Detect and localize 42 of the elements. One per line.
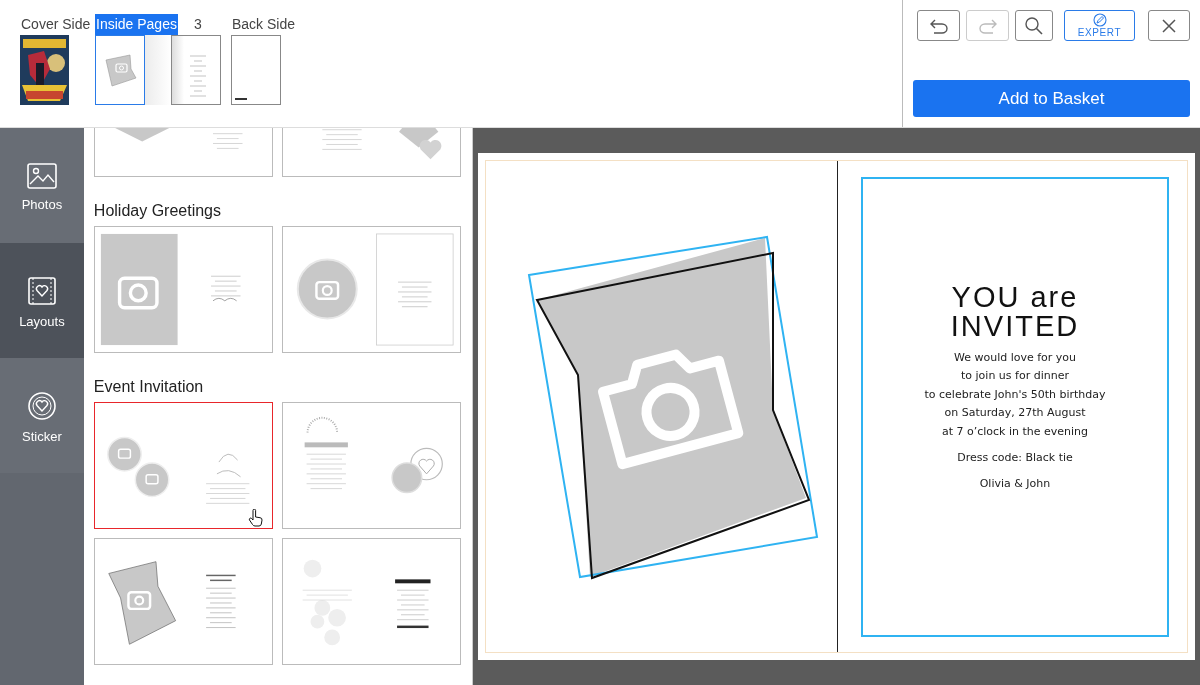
dress-code-text: Dress code: Black tie bbox=[957, 450, 1073, 467]
invitation-heading: YOU are bbox=[951, 283, 1079, 312]
close-button[interactable] bbox=[1148, 10, 1190, 41]
section-heading: Holiday Greetings bbox=[93, 202, 222, 220]
text-frame[interactable]: YOU are INVITED We would love for you to join us for dinner to celebrate John's 50th birthday on Saturday, 27th August at 7 o’clock in the evening Dress code: Black tie Olivia & John bbox=[861, 177, 1169, 637]
search-button[interactable] bbox=[1015, 10, 1053, 41]
invitation-text: at 7 o’clock in the evening bbox=[941, 423, 1089, 440]
sidebar-tab[interactable]: Layouts bbox=[0, 243, 84, 358]
template-card[interactable] bbox=[93, 226, 273, 353]
page-tab[interactable]: Cover Side bbox=[20, 14, 92, 35]
template-card[interactable] bbox=[281, 402, 461, 529]
sidebar-tab[interactable]: Photos bbox=[0, 128, 84, 243]
page-tab[interactable]: Back Side bbox=[231, 14, 297, 35]
invitation-heading: INVITED bbox=[950, 312, 1080, 341]
redo-icon bbox=[977, 17, 998, 34]
page-tab[interactable]: Inside Pages bbox=[95, 14, 178, 35]
invitation-text: We would love for you bbox=[953, 350, 1077, 366]
pointer-cursor-icon bbox=[247, 509, 264, 527]
page-tab[interactable]: 3 bbox=[193, 14, 203, 35]
page-thumbnail[interactable] bbox=[20, 35, 69, 105]
close-icon bbox=[1162, 18, 1176, 33]
invitation-text: to celebrate John's 50th birthday bbox=[924, 386, 1106, 403]
image-icon bbox=[26, 162, 57, 189]
signature-text: Olivia & John bbox=[979, 476, 1051, 493]
expert-button[interactable]: EXPERT bbox=[1064, 10, 1135, 41]
template-card[interactable] bbox=[93, 538, 273, 665]
undo-button[interactable] bbox=[917, 10, 960, 41]
invitation-text: to join us for dinner bbox=[961, 368, 1069, 385]
undo-icon bbox=[928, 17, 949, 34]
heart-sticker-icon bbox=[26, 390, 57, 421]
template-card[interactable] bbox=[93, 402, 273, 529]
template-card[interactable] bbox=[281, 538, 461, 665]
heart-frame-icon bbox=[26, 275, 57, 306]
pencil-icon bbox=[1092, 13, 1107, 27]
page-thumbnail[interactable] bbox=[171, 35, 221, 105]
add-to-basket-button[interactable]: Add to Basket bbox=[913, 80, 1190, 117]
invitation-text: on Saturday, 27th August bbox=[944, 405, 1086, 422]
search-icon bbox=[1024, 15, 1044, 36]
page-thumbnail[interactable] bbox=[231, 35, 281, 105]
template-card[interactable] bbox=[281, 226, 461, 353]
sidebar-tab[interactable]: Sticker bbox=[0, 358, 84, 473]
section-heading: Event Invitation bbox=[93, 378, 205, 396]
